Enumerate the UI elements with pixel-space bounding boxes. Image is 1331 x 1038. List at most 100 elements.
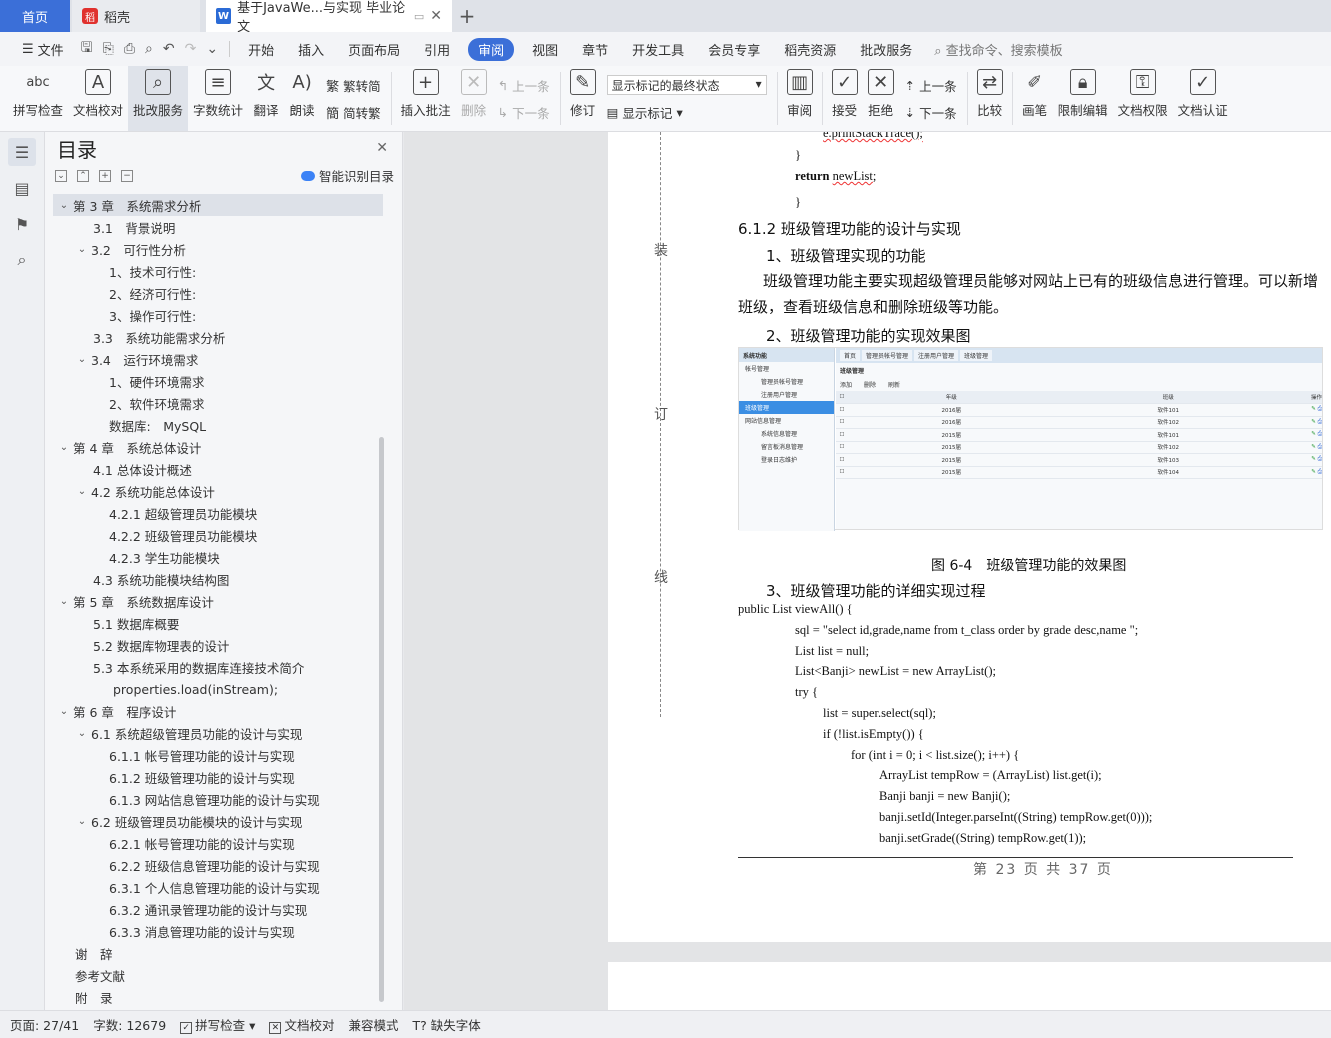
toc-item[interactable]: ⌄ 3.4 运行环境需求 bbox=[53, 348, 383, 370]
chevron-down-icon[interactable]: ⌄ bbox=[75, 354, 89, 365]
search-commands[interactable]: ⌕ 查找命令、搜索模板 bbox=[934, 40, 1062, 59]
toc-item[interactable]: 参考文献 bbox=[53, 964, 383, 986]
bookmark-icon[interactable]: ⚑ bbox=[8, 210, 36, 238]
toc-item[interactable]: 2、经济可行性: bbox=[53, 282, 383, 304]
print-preview-icon[interactable]: ⌕ bbox=[140, 41, 158, 57]
chevron-down-icon[interactable]: ⌄ bbox=[201, 41, 223, 57]
translate-button[interactable]: 文翻译 bbox=[248, 66, 284, 131]
tab-home[interactable]: 首页 bbox=[0, 0, 70, 32]
toc-item[interactable]: 5.2 数据库物理表的设计 bbox=[53, 634, 383, 656]
toc-item[interactable]: 6.2.2 班级信息管理功能的设计与实现 bbox=[53, 854, 383, 876]
print-icon[interactable]: ⎙ bbox=[119, 41, 140, 57]
review-pane-button[interactable]: ▥ 审阅 bbox=[782, 66, 818, 131]
menu-tab[interactable]: 章节 bbox=[570, 38, 620, 61]
restrict-edit-button[interactable]: 🔒︎ 限制编辑 bbox=[1053, 66, 1113, 131]
toc-item[interactable]: 6.1.2 班级管理功能的设计与实现 bbox=[53, 766, 383, 788]
spell-check-toggle[interactable]: ✓ 拼写检查 ▾ bbox=[180, 1015, 255, 1034]
menu-tab[interactable]: 审阅 bbox=[468, 37, 515, 61]
toc-icon[interactable]: ☰ bbox=[8, 138, 36, 166]
toc-item[interactable]: 6.3.2 通讯录管理功能的设计与实现 bbox=[53, 898, 383, 920]
missing-font-button[interactable]: T? 缺失字体 bbox=[412, 1015, 480, 1034]
next-revision-button[interactable]: ⇣ 下一条 bbox=[905, 103, 957, 122]
menu-tab[interactable]: 开发工具 bbox=[620, 38, 696, 61]
toc-item[interactable]: properties.load(inStream); bbox=[53, 678, 383, 700]
doc-check-button[interactable]: A 文档校对 bbox=[68, 66, 128, 131]
tab-daoke[interactable]: 稻 稻壳 bbox=[72, 0, 200, 32]
menu-tab[interactable]: 会员专享 bbox=[696, 38, 772, 61]
menu-tab[interactable]: 稻壳资源 bbox=[772, 38, 848, 61]
toc-item[interactable]: 4.1 总体设计概述 bbox=[53, 458, 383, 480]
prev-revision-button[interactable]: ⇡ 上一条 bbox=[905, 76, 957, 95]
toc-item[interactable]: ⌄ 6.1 系统超级管理员功能的设计与实现 bbox=[53, 722, 383, 744]
read-aloud-button[interactable]: A) 朗读 bbox=[284, 66, 320, 131]
menu-tab[interactable]: 视图 bbox=[520, 38, 570, 61]
toc-item[interactable]: 1、技术可行性: bbox=[53, 260, 383, 282]
toc-item[interactable]: 2、软件环境需求 bbox=[53, 392, 383, 414]
spell-check-button[interactable]: abc 拼写检查 bbox=[8, 66, 68, 131]
word-count-indicator[interactable]: 字数: 12679 bbox=[93, 1015, 166, 1034]
toc-item[interactable]: 4.2.3 学生功能模块 bbox=[53, 546, 383, 568]
search-icon[interactable]: ⌕ bbox=[8, 246, 36, 274]
toc-item[interactable]: ⌄ 第 4 章 系统总体设计 bbox=[53, 436, 383, 458]
toc-item[interactable]: 6.1.3 网站信息管理功能的设计与实现 bbox=[53, 788, 383, 810]
toc-item[interactable]: ⌄ 6.2 班级管理员功能模块的设计与实现 bbox=[53, 810, 383, 832]
toc-item[interactable]: 6.3.3 消息管理功能的设计与实现 bbox=[53, 920, 383, 942]
menu-tab[interactable]: 插入 bbox=[286, 38, 336, 61]
expand-up-icon[interactable]: ⌃ bbox=[77, 170, 89, 182]
tab-document[interactable]: W 基于JavaWe...与实现 毕业论文 ▭ ✕ bbox=[206, 0, 452, 35]
toc-item[interactable]: 6.3.1 个人信息管理功能的设计与实现 bbox=[53, 876, 383, 898]
toc-item[interactable]: 4.2.1 超级管理员功能模块 bbox=[53, 502, 383, 524]
menu-tab[interactable]: 引用 bbox=[412, 38, 462, 61]
save-icon[interactable]: 🖫 bbox=[76, 37, 98, 61]
toc-item[interactable]: 6.2.1 帐号管理功能的设计与实现 bbox=[53, 832, 383, 854]
window-mode-icon[interactable]: ▭ bbox=[414, 10, 424, 23]
toc-item[interactable]: 1、硬件环境需求 bbox=[53, 370, 383, 392]
chevron-down-icon[interactable]: ⌄ bbox=[75, 486, 89, 497]
toc-item[interactable]: 谢 辞 bbox=[53, 942, 383, 964]
delete-comment-button[interactable]: ✕ 删除 bbox=[456, 66, 492, 131]
toc-item[interactable]: 6.1.1 帐号管理功能的设计与实现 bbox=[53, 744, 383, 766]
chapter-icon[interactable]: ▤ bbox=[8, 174, 36, 202]
review-service-button[interactable]: ⌕ 批改服务 bbox=[128, 66, 189, 131]
toc-item[interactable]: 3.3 系统功能需求分析 bbox=[53, 326, 383, 348]
toc-item[interactable]: ⌄ 4.2 系统功能总体设计 bbox=[53, 480, 383, 502]
reject-button[interactable]: ✕ 拒绝 bbox=[863, 66, 899, 131]
chevron-down-icon[interactable]: ⌄ bbox=[75, 816, 89, 827]
chevron-down-icon[interactable]: ⌄ bbox=[75, 728, 89, 739]
plus-icon[interactable]: + bbox=[99, 170, 111, 182]
toc-item[interactable]: 4.2.2 班级管理员功能模块 bbox=[53, 524, 383, 546]
toc-item[interactable]: 3、操作可行性: bbox=[53, 304, 383, 326]
compare-button[interactable]: ⇄ 比较 bbox=[972, 66, 1008, 131]
close-icon[interactable]: ✕ bbox=[376, 140, 388, 156]
toc-item[interactable]: 5.1 数据库概要 bbox=[53, 612, 383, 634]
chevron-down-icon[interactable]: ⌄ bbox=[57, 442, 71, 453]
toc-item[interactable]: ⌄ 第 3 章 系统需求分析 bbox=[53, 194, 383, 216]
export-pdf-icon[interactable]: ⎘ bbox=[98, 41, 119, 57]
toc-item[interactable]: 4.3 系统功能模块结构图 bbox=[53, 568, 383, 590]
doc-permission-button[interactable]: ⚿ 文档权限 bbox=[1113, 66, 1173, 131]
toc-item[interactable]: ⌄ 第 5 章 系统数据库设计 bbox=[53, 590, 383, 612]
word-count-button[interactable]: ≡ 字数统计 bbox=[188, 66, 248, 131]
minus-icon[interactable]: − bbox=[121, 170, 133, 182]
menu-tab[interactable]: 开始 bbox=[236, 38, 286, 61]
page-indicator[interactable]: 页面: 27/41 bbox=[10, 1015, 79, 1034]
pen-button[interactable]: ✐ 画笔 bbox=[1017, 66, 1053, 131]
toc-item[interactable]: 数据库: MySQL bbox=[53, 414, 383, 436]
chevron-down-icon[interactable]: ⌄ bbox=[57, 596, 71, 607]
toc-item[interactable]: 5.3 本系统采用的数据库连接技术简介 bbox=[53, 656, 383, 678]
accept-button[interactable]: ✓ 接受 bbox=[827, 66, 863, 131]
menu-tab[interactable]: 批改服务 bbox=[848, 38, 924, 61]
toc-item[interactable]: 3.1 背景说明 bbox=[53, 216, 383, 238]
menu-tab[interactable]: 页面布局 bbox=[336, 38, 412, 61]
show-markup-button[interactable]: ▤ 显示标记 ▾ bbox=[607, 103, 767, 122]
file-menu[interactable]: ☰ 文件 bbox=[10, 40, 76, 59]
prev-comment-button[interactable]: ↰ 上一条 bbox=[498, 76, 550, 95]
undo-icon[interactable]: ↶ bbox=[158, 41, 180, 57]
next-comment-button[interactable]: ↳ 下一条 bbox=[498, 103, 550, 122]
smart-toc-button[interactable]: 智能识别目录 bbox=[300, 166, 394, 185]
toc-item[interactable]: ⌄ 第 6 章 程序设计 bbox=[53, 700, 383, 722]
chevron-down-icon[interactable]: ⌄ bbox=[75, 244, 89, 255]
chevron-down-icon[interactable]: ⌄ bbox=[57, 706, 71, 717]
doc-check-toggle[interactable]: ✕ 文档校对 bbox=[269, 1015, 334, 1034]
to-traditional-button[interactable]: 繁繁转简 bbox=[326, 76, 381, 95]
